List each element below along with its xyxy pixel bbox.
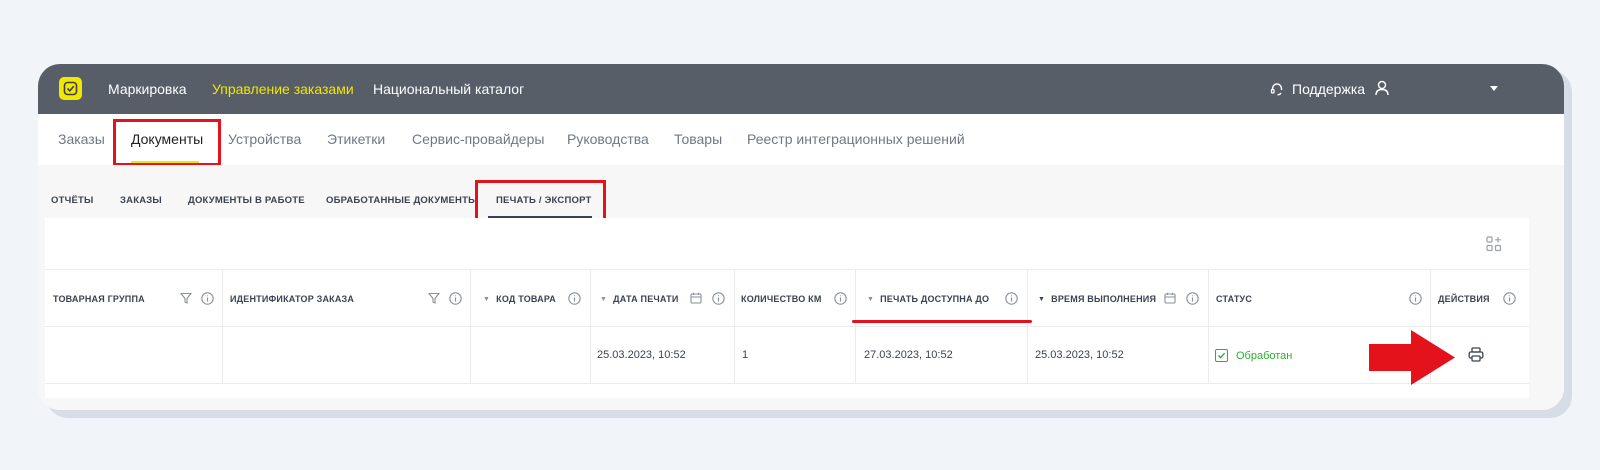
nav-item-products[interactable]: Товары xyxy=(674,114,722,165)
support-label: Поддержка xyxy=(1292,81,1366,97)
highlight-box-documents xyxy=(113,119,221,166)
subtab-orders[interactable]: ЗАКАЗЫ xyxy=(120,194,162,208)
col-header-print-date[interactable]: ▼ ДАТА ПЕЧАТИ xyxy=(600,270,679,328)
main-nav: Заказы Документы Устройства Этикетки Сер… xyxy=(38,114,1564,165)
col-header-actions: ДЕЙСТВИЯ xyxy=(1438,294,1490,304)
nav-item-integration-registry[interactable]: Реестр интеграционных решений xyxy=(747,114,965,165)
col-header-product-group[interactable]: ТОВАРНАЯ ГРУППА xyxy=(53,270,145,328)
highlight-underline-print-available xyxy=(852,320,1032,323)
info-icon[interactable] xyxy=(449,292,462,305)
cell-print-available-until: 27.03.2023, 10:52 xyxy=(864,349,953,361)
top-link-order-management[interactable]: Управление заказами xyxy=(212,64,354,114)
nav-item-orders[interactable]: Заказы xyxy=(58,114,105,165)
subtab-reports[interactable]: ОТЧЁТЫ xyxy=(51,194,94,208)
account-dropdown-caret-icon[interactable] xyxy=(1490,86,1498,91)
calendar-icon[interactable] xyxy=(690,292,702,304)
table-panel: ТОВАРНАЯ ГРУППА ИДЕНТИФИКАТОР ЗАКАЗА ▼ КО… xyxy=(45,218,1529,398)
sort-arrow-icon: ▼ xyxy=(867,295,875,303)
app-window: Маркировка Управление заказами Националь… xyxy=(38,64,1564,410)
printer-icon[interactable] xyxy=(1468,347,1484,362)
nav-item-devices[interactable]: Устройства xyxy=(228,114,301,165)
headset-icon xyxy=(1270,83,1283,96)
nav-item-service-providers[interactable]: Сервис-провайдеры xyxy=(412,114,544,165)
top-link-marking[interactable]: Маркировка xyxy=(108,64,187,114)
column-settings-icon[interactable] xyxy=(1486,236,1502,252)
highlight-arrow-icon xyxy=(1369,330,1455,385)
support-link[interactable]: Поддержка xyxy=(1270,64,1365,114)
info-icon[interactable] xyxy=(712,292,725,305)
top-link-national-catalog[interactable]: Национальный каталог xyxy=(373,64,524,114)
nav-item-guides[interactable]: Руководства xyxy=(567,114,649,165)
info-icon[interactable] xyxy=(568,292,581,305)
logo-check-icon[interactable] xyxy=(59,77,82,100)
info-icon[interactable] xyxy=(1503,292,1516,305)
sort-arrow-icon: ▼ xyxy=(600,295,608,303)
info-icon[interactable] xyxy=(201,292,214,305)
nav-item-labels[interactable]: Этикетки xyxy=(327,114,385,165)
info-icon[interactable] xyxy=(1409,292,1422,305)
status-badge: Обработан xyxy=(1215,327,1292,384)
cell-km-count: 1 xyxy=(742,349,749,361)
user-icon[interactable] xyxy=(1375,80,1389,96)
col-header-km-count[interactable]: КОЛИЧЕСТВО КМ xyxy=(741,270,822,328)
table-row[interactable]: 25.03.2023, 10:52 1 27.03.2023, 10:52 25… xyxy=(45,327,1529,384)
info-icon[interactable] xyxy=(1186,292,1199,305)
cell-print-date: 25.03.2023, 10:52 xyxy=(597,349,686,361)
top-bar: Маркировка Управление заказами Националь… xyxy=(38,64,1564,114)
calendar-icon[interactable] xyxy=(1164,292,1176,304)
sort-arrow-icon: ▼ xyxy=(1038,295,1046,303)
filter-icon[interactable] xyxy=(428,292,440,304)
sort-arrow-icon: ▼ xyxy=(483,295,491,303)
table-header-row: ТОВАРНАЯ ГРУППА ИДЕНТИФИКАТОР ЗАКАЗА ▼ КО… xyxy=(45,269,1529,327)
check-icon xyxy=(1215,349,1228,362)
subtab-processed-documents[interactable]: ОБРАБОТАННЫЕ ДОКУМЕНТЫ xyxy=(326,194,478,208)
col-header-product-code[interactable]: ▼ КОД ТОВАРА xyxy=(483,270,556,328)
info-icon[interactable] xyxy=(1005,292,1018,305)
col-header-status[interactable]: СТАТУС xyxy=(1216,270,1252,328)
subtab-documents-in-progress[interactable]: ДОКУМЕНТЫ В РАБОТЕ xyxy=(188,194,305,208)
filter-icon[interactable] xyxy=(180,292,192,304)
status-label: Обработан xyxy=(1236,349,1293,362)
col-header-completion-time[interactable]: ▼ ВРЕМЯ ВЫПОЛНЕНИЯ xyxy=(1038,270,1156,328)
info-icon[interactable] xyxy=(834,292,847,305)
col-header-order-id[interactable]: ИДЕНТИФИКАТОР ЗАКАЗА xyxy=(230,270,354,328)
highlight-box-print-export xyxy=(475,180,606,222)
cell-completion-time: 25.03.2023, 10:52 xyxy=(1035,349,1124,361)
